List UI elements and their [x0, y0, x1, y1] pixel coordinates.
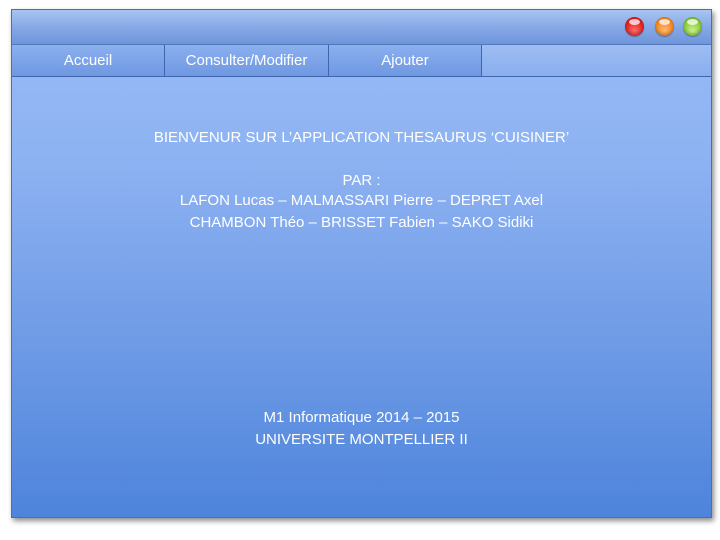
close-icon[interactable]: [625, 17, 644, 36]
tab-ajouter[interactable]: Ajouter: [329, 45, 482, 77]
university-label: UNIVERSITE MONTPELLIER II: [255, 431, 468, 448]
authors-line-2: CHAMBON Théo – BRISSET Fabien – SAKO Sid…: [189, 214, 534, 231]
title-bar[interactable]: [12, 10, 711, 45]
minimize-icon[interactable]: [655, 17, 674, 36]
authors-line-1: LAFON Lucas – MALMASSARI Pierre – DEPRET…: [179, 192, 544, 209]
tab-bar-filler: [482, 45, 711, 77]
main-content: BIENVENUR SUR L’APPLICATION THESAURUS ‘C…: [12, 78, 711, 517]
tab-bar: Accueil Consulter/Modifier Ajouter: [12, 45, 711, 77]
tab-consulter-modifier[interactable]: Consulter/Modifier: [165, 45, 329, 77]
welcome-title: BIENVENUR SUR L’APPLICATION THESAURUS ‘C…: [153, 129, 570, 146]
by-label: PAR :: [342, 172, 381, 189]
maximize-icon[interactable]: [683, 17, 702, 36]
course-label: M1 Informatique 2014 – 2015: [263, 409, 460, 426]
app-window: Accueil Consulter/Modifier Ajouter BIENV…: [11, 9, 712, 518]
tab-accueil[interactable]: Accueil: [12, 45, 165, 77]
